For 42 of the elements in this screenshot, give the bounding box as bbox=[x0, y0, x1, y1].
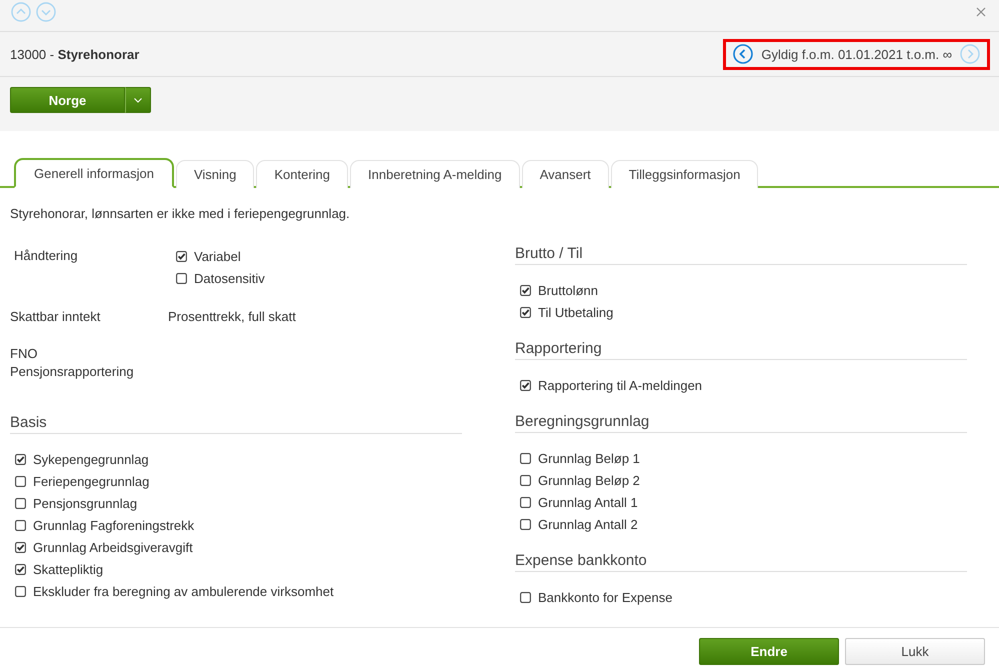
description-text: Styrehonorar, lønnsarten er ikke med i feriepengegrunnlag. bbox=[10, 205, 351, 223]
checkbox-label: Til Utbetaling bbox=[538, 304, 614, 320]
checkbox-label: Grunnlag Antall 2 bbox=[538, 516, 638, 532]
caret-down-icon bbox=[134, 98, 142, 102]
field-label: FNO Pensjonsrapportering bbox=[10, 345, 135, 381]
section-heading: Basis bbox=[10, 414, 462, 434]
field-label: Håndtering bbox=[14, 247, 78, 265]
section-heading: Rapportering bbox=[515, 340, 967, 360]
field-value: Prosenttrekk, full skatt bbox=[168, 308, 296, 326]
section-heading: Expense bankkonto bbox=[515, 552, 967, 572]
tab[interactable]: Innberetning A-melding bbox=[350, 160, 520, 188]
section-heading: Brutto / Til bbox=[515, 245, 967, 265]
checkbox-label: Grunnlag Arbeidsgiveravgift bbox=[33, 540, 193, 554]
tab[interactable]: Generell informasjon bbox=[14, 158, 174, 188]
dropdown-button[interactable] bbox=[125, 87, 151, 113]
validity-period-text: Gyldig f.o.m. 01.01.2021 t.o.m. ∞ bbox=[761, 46, 952, 62]
checkbox-label: Skattepliktig bbox=[33, 562, 104, 576]
country-button[interactable]: Norge bbox=[10, 87, 125, 113]
close-button[interactable]: Lukk bbox=[845, 638, 985, 665]
record-title: 13000 - Styrehonorar bbox=[10, 46, 140, 62]
close-icon[interactable] bbox=[976, 7, 986, 17]
checkbox-label: Grunnlag Antall 1 bbox=[538, 494, 638, 510]
checkbox-label: Grunnlag Beløp 2 bbox=[538, 472, 640, 488]
tab[interactable]: Avansert bbox=[522, 160, 609, 188]
checkbox-label: Feriepengegrunnlag bbox=[33, 474, 150, 488]
checkbox-label: Grunnlag Fagforeningstrekk bbox=[33, 518, 194, 532]
tab[interactable]: Kontering bbox=[256, 160, 348, 188]
tab[interactable]: Visning bbox=[176, 160, 254, 188]
checkbox-label: Sykepengegrunnlag bbox=[33, 452, 149, 466]
chevron-left-circle-icon[interactable] bbox=[733, 44, 754, 64]
checkbox-label: Bankkonto for Expense bbox=[538, 590, 672, 604]
tab[interactable]: Tilleggsinformasjon bbox=[610, 160, 758, 188]
checkbox-label: Grunnlag Beløp 1 bbox=[538, 450, 640, 466]
section-heading: Beregningsgrunnlag bbox=[515, 413, 967, 433]
checkbox-label: Pensjonsgrunnlag bbox=[33, 496, 138, 510]
edit-button[interactable]: Endre bbox=[699, 638, 839, 665]
checkbox-label: Ekskluder fra beregning av ambulerende virksomhet bbox=[33, 584, 334, 598]
checkbox-label: Bruttolønn bbox=[538, 282, 598, 298]
checkbox-label: Variabel bbox=[194, 248, 241, 264]
checkbox-label: Rapportering til A-meldingen bbox=[538, 378, 702, 392]
field-label: Skattbar inntekt bbox=[10, 308, 100, 326]
checkbox-label: Datosensitiv bbox=[194, 270, 265, 286]
